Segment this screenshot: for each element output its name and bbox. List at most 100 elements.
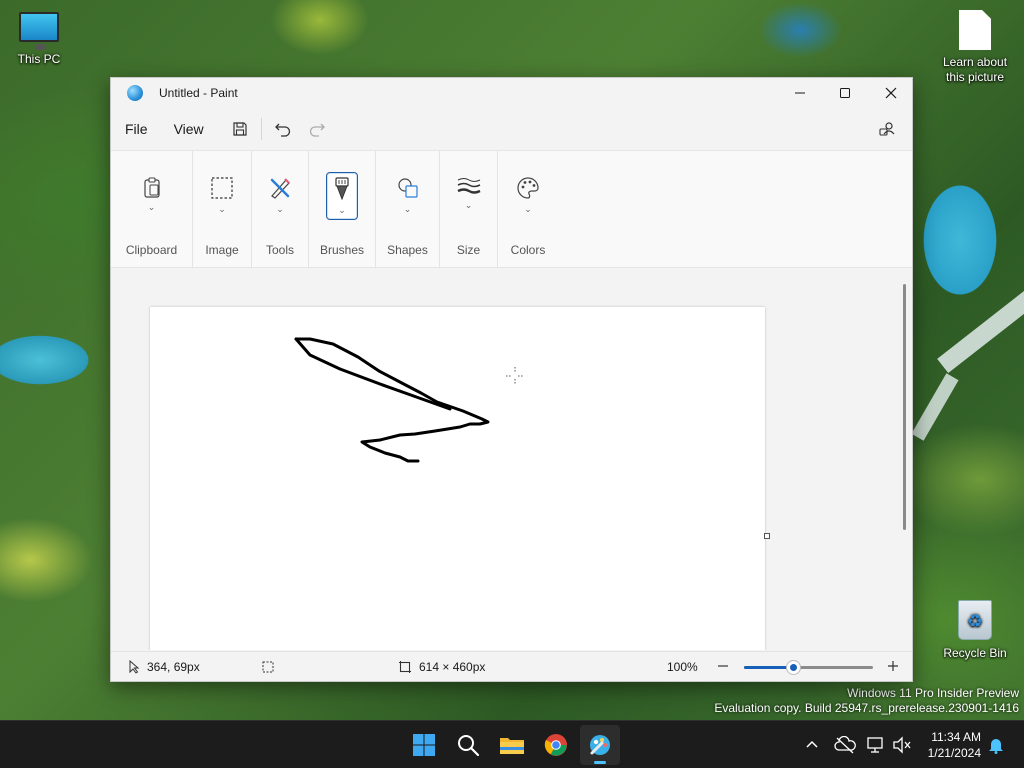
zoom-out-button[interactable]	[716, 659, 730, 673]
desktop-icon-this-pc[interactable]: This PC	[1, 12, 77, 66]
file-explorer-icon	[500, 738, 524, 754]
ribbon-label: Shapes	[387, 243, 428, 257]
ribbon-group-size: ⌄ Size	[440, 151, 498, 267]
tools-icon	[270, 178, 290, 199]
size-button[interactable]: ⌄	[453, 172, 485, 220]
canvas-resize-handle[interactable]	[764, 533, 770, 539]
clipboard-icon	[143, 177, 160, 198]
taskbar: 11:34 AM 1/21/2024	[0, 720, 1024, 768]
redo-button[interactable]	[300, 114, 334, 144]
desktop-icon-label: This PC	[17, 52, 61, 66]
shapes-button[interactable]: ⌄	[392, 172, 424, 220]
ribbon-group-tools: ⌄ Tools	[252, 151, 309, 267]
ribbon-label: Image	[205, 243, 239, 257]
vertical-scrollbar[interactable]	[903, 284, 906, 530]
taskbar-chrome[interactable]	[536, 725, 576, 765]
shapes-icon	[397, 178, 418, 198]
desktop-icon-label: Learn about	[942, 55, 1008, 69]
menu-view[interactable]: View	[167, 121, 211, 137]
select-button[interactable]: ⌄	[206, 172, 238, 220]
taskbar-paint[interactable]	[580, 725, 620, 765]
maximize-button[interactable]	[822, 78, 868, 108]
select-icon	[211, 177, 233, 199]
cloud-offline-icon	[834, 736, 856, 754]
close-icon	[885, 87, 897, 99]
cursor-position-text: 364, 69px	[147, 660, 200, 674]
clipboard-button[interactable]: ⌄	[136, 172, 168, 220]
chrome-icon	[544, 734, 567, 756]
ribbon-group-colors: ⌄ Colors	[498, 151, 558, 267]
brushes-button[interactable]: ⌄	[326, 172, 358, 220]
notification-button[interactable]	[987, 721, 1005, 768]
plus-icon	[888, 661, 898, 671]
ribbon-label: Tools	[265, 243, 294, 257]
cursor-position: 364, 69px	[127, 660, 200, 674]
tools-button[interactable]: ⌄	[264, 172, 296, 220]
undo-button[interactable]	[266, 114, 300, 144]
palette-icon	[517, 177, 539, 199]
zoom-slider-thumb[interactable]	[787, 661, 801, 674]
save-button[interactable]	[223, 114, 257, 144]
taskbar-file-explorer[interactable]	[492, 725, 532, 765]
save-icon	[233, 122, 247, 136]
ribbon-label: Clipboard	[125, 243, 178, 257]
window-title: Untitled - Paint	[159, 86, 238, 100]
start-button[interactable]	[404, 725, 444, 765]
chevron-down-icon: ⌄	[464, 200, 473, 210]
document-icon	[959, 10, 991, 50]
minimize-button[interactable]	[777, 78, 823, 108]
close-button[interactable]	[868, 78, 914, 108]
chevron-down-icon: ⌄	[218, 204, 226, 214]
account-button[interactable]	[870, 114, 904, 144]
chevron-up-icon	[806, 740, 818, 748]
undo-icon	[274, 123, 290, 137]
taskbar-clock[interactable]: 11:34 AM 1/21/2024	[928, 729, 981, 761]
paint-icon	[590, 735, 610, 755]
chevron-down-icon: ⌄	[338, 205, 346, 215]
show-hidden-icons-button[interactable]	[804, 721, 820, 768]
zoom-slider[interactable]	[744, 661, 873, 674]
chevron-down-icon: ⌄	[276, 204, 284, 214]
windows-watermark: Windows 11 Pro Insider Preview Evaluatio…	[714, 686, 1019, 716]
brush-stroke	[294, 337, 490, 463]
canvas-size-text: 614 × 460px	[419, 660, 486, 674]
size-icon	[456, 178, 481, 194]
network-tray-button[interactable]	[866, 721, 886, 768]
network-icon	[867, 737, 883, 753]
recycle-bin-icon: ♻	[958, 600, 992, 640]
desktop-icon-learn-about-picture[interactable]: Learn about this picture	[937, 10, 1013, 85]
canvas-size-icon	[399, 661, 411, 673]
ribbon-label: Size	[456, 243, 481, 257]
ribbon-toolbar: ⌄ Clipboard ⌄ Image ⌄ Tools ⌄ Brushes ⌄ …	[111, 150, 912, 268]
menu-bar: File View	[111, 108, 912, 150]
status-bar: 364, 69px 614 × 460px 100%	[111, 651, 912, 681]
zoom-in-button[interactable]	[886, 659, 900, 673]
drawing-canvas[interactable]	[150, 307, 765, 650]
maximize-icon	[840, 88, 850, 98]
desktop-icon-recycle-bin[interactable]: ♻ Recycle Bin	[937, 600, 1013, 660]
clock-date: 1/21/2024	[927, 746, 981, 760]
crosshair-cursor-icon	[506, 367, 524, 385]
start-icon	[413, 734, 435, 756]
desktop-icon-label: this picture	[945, 70, 1005, 84]
colors-button[interactable]: ⌄	[512, 172, 544, 220]
volume-tray-button[interactable]	[892, 721, 912, 768]
desktop-icon-label: Recycle Bin	[943, 646, 1007, 660]
canvas-workspace	[111, 268, 912, 650]
computer-icon	[19, 12, 59, 50]
minimize-icon	[795, 92, 805, 94]
paint-window: Untitled - Paint File View ⌄ Clipboard ⌄…	[110, 77, 913, 682]
onedrive-tray-button[interactable]	[834, 721, 856, 768]
zoom-level: 100%	[667, 660, 698, 674]
title-bar[interactable]: Untitled - Paint	[111, 78, 912, 108]
zoom-slider-fill	[744, 666, 794, 669]
menu-file[interactable]: File	[118, 121, 155, 137]
pointer-icon	[129, 660, 140, 674]
selection-icon	[262, 661, 274, 673]
canvas-size: 614 × 460px	[398, 660, 485, 674]
minus-icon	[718, 665, 728, 667]
taskbar-search-button[interactable]	[448, 725, 488, 765]
ribbon-group-shapes: ⌄ Shapes	[376, 151, 440, 267]
search-icon	[458, 735, 480, 757]
selection-size	[261, 660, 275, 674]
